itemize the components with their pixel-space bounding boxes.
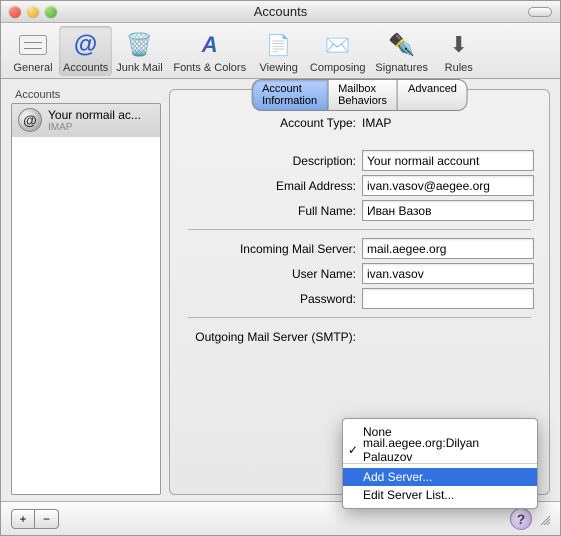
toolbar-fonts-colors[interactable]: A Fonts & Colors: [167, 26, 253, 76]
toolbar: General @ Accounts 🗑️ Junk Mail A Fonts …: [1, 23, 560, 79]
toolbar-viewing[interactable]: 📄 Viewing: [253, 26, 305, 76]
tab-advanced[interactable]: Advanced: [397, 79, 468, 111]
preferences-window: Accounts General @ Accounts 🗑️ Junk Mail…: [0, 0, 561, 536]
help-button[interactable]: ?: [510, 508, 532, 530]
account-row[interactable]: @ Your normail ac... IMAP: [12, 104, 160, 137]
toolbar-label: Fonts & Colors: [173, 62, 246, 74]
menu-item-label: mail.aegee.org:Dilyan Palauzov: [363, 436, 527, 464]
smtp-menu-edit-list[interactable]: Edit Server List...: [343, 486, 537, 504]
sidebar-header: Accounts: [11, 89, 161, 103]
account-list[interactable]: @ Your normail ac... IMAP: [11, 103, 161, 495]
toolbar-rules[interactable]: ⬇︎ Rules: [433, 26, 485, 76]
add-remove-segment: + −: [11, 509, 59, 529]
toolbar-label: Rules: [445, 62, 473, 74]
email-input[interactable]: [362, 175, 534, 196]
tab-mailbox-behaviors[interactable]: Mailbox Behaviors: [327, 79, 397, 111]
smtp-menu: None ✓ mail.aegee.org:Dilyan Palauzov Ad…: [342, 418, 538, 509]
tab-bar: Account Information Mailbox Behaviors Ad…: [251, 79, 468, 111]
toolbar-composing[interactable]: ✉️ Composing: [305, 26, 371, 76]
toolbar-general[interactable]: General: [7, 26, 59, 76]
zoom-button[interactable]: [45, 6, 57, 18]
body: Accounts @ Your normail ac... IMAP Accou…: [1, 79, 560, 501]
account-type: IMAP: [48, 122, 141, 133]
fullname-input[interactable]: [362, 200, 534, 221]
tab-account-information[interactable]: Account Information: [251, 79, 327, 111]
smtp-menu-server[interactable]: ✓ mail.aegee.org:Dilyan Palauzov: [343, 441, 537, 459]
viewing-icon: 📄: [263, 29, 295, 61]
menu-item-label: Edit Server List...: [363, 488, 454, 502]
separator: [188, 229, 531, 230]
composing-icon: ✉️: [322, 29, 354, 61]
resize-handle[interactable]: [538, 513, 550, 525]
accounts-sidebar: Accounts @ Your normail ac... IMAP: [11, 89, 161, 495]
password-label: Password:: [182, 292, 362, 306]
remove-account-button[interactable]: −: [35, 509, 59, 529]
junk-icon: 🗑️: [123, 29, 155, 61]
account-form: Account Type: IMAP Description: Email Ad…: [182, 116, 537, 347]
add-account-button[interactable]: +: [11, 509, 35, 529]
toolbar-signatures[interactable]: ✒️ Signatures: [371, 26, 433, 76]
toolbar-label: Viewing: [260, 62, 298, 74]
username-label: User Name:: [182, 267, 362, 281]
at-icon: @: [70, 29, 102, 61]
checkmark-icon: ✓: [348, 443, 358, 457]
toolbar-label: Junk Mail: [116, 62, 162, 74]
toolbar-label: Composing: [310, 62, 366, 74]
window-controls: [9, 6, 57, 18]
toolbar-accounts[interactable]: @ Accounts: [59, 26, 112, 76]
toolbar-label: General: [13, 62, 52, 74]
description-label: Description:: [182, 154, 362, 168]
smtp-popup-button[interactable]: [362, 326, 534, 347]
rules-icon: ⬇︎: [443, 29, 475, 61]
fullname-label: Full Name:: [182, 204, 362, 218]
minimize-button[interactable]: [27, 6, 39, 18]
toolbar-junk[interactable]: 🗑️ Junk Mail: [112, 26, 166, 76]
incoming-server-input[interactable]: [362, 238, 534, 259]
separator: [188, 317, 531, 318]
username-input[interactable]: [362, 263, 534, 284]
close-button[interactable]: [9, 6, 21, 18]
account-icon: @: [18, 108, 42, 132]
toolbar-toggle-button[interactable]: [528, 7, 552, 17]
fonts-icon: A: [194, 29, 226, 61]
smtp-label: Outgoing Mail Server (SMTP):: [182, 330, 362, 344]
toolbar-label: Accounts: [63, 62, 108, 74]
titlebar[interactable]: Accounts: [1, 1, 560, 23]
description-input[interactable]: [362, 150, 534, 171]
smtp-menu-add-server[interactable]: Add Server...: [343, 468, 537, 486]
email-label: Email Address:: [182, 179, 362, 193]
menu-item-label: Add Server...: [363, 470, 432, 484]
password-input[interactable]: [362, 288, 534, 309]
account-type-value: IMAP: [362, 116, 391, 130]
account-texts: Your normail ac... IMAP: [48, 108, 141, 133]
account-type-label: Account Type:: [182, 116, 362, 130]
incoming-label: Incoming Mail Server:: [182, 242, 362, 256]
account-name: Your normail ac...: [48, 108, 141, 122]
signatures-icon: ✒️: [386, 29, 418, 61]
toolbar-label: Signatures: [375, 62, 428, 74]
window-title: Accounts: [1, 4, 560, 19]
slider-icon: [17, 29, 49, 61]
